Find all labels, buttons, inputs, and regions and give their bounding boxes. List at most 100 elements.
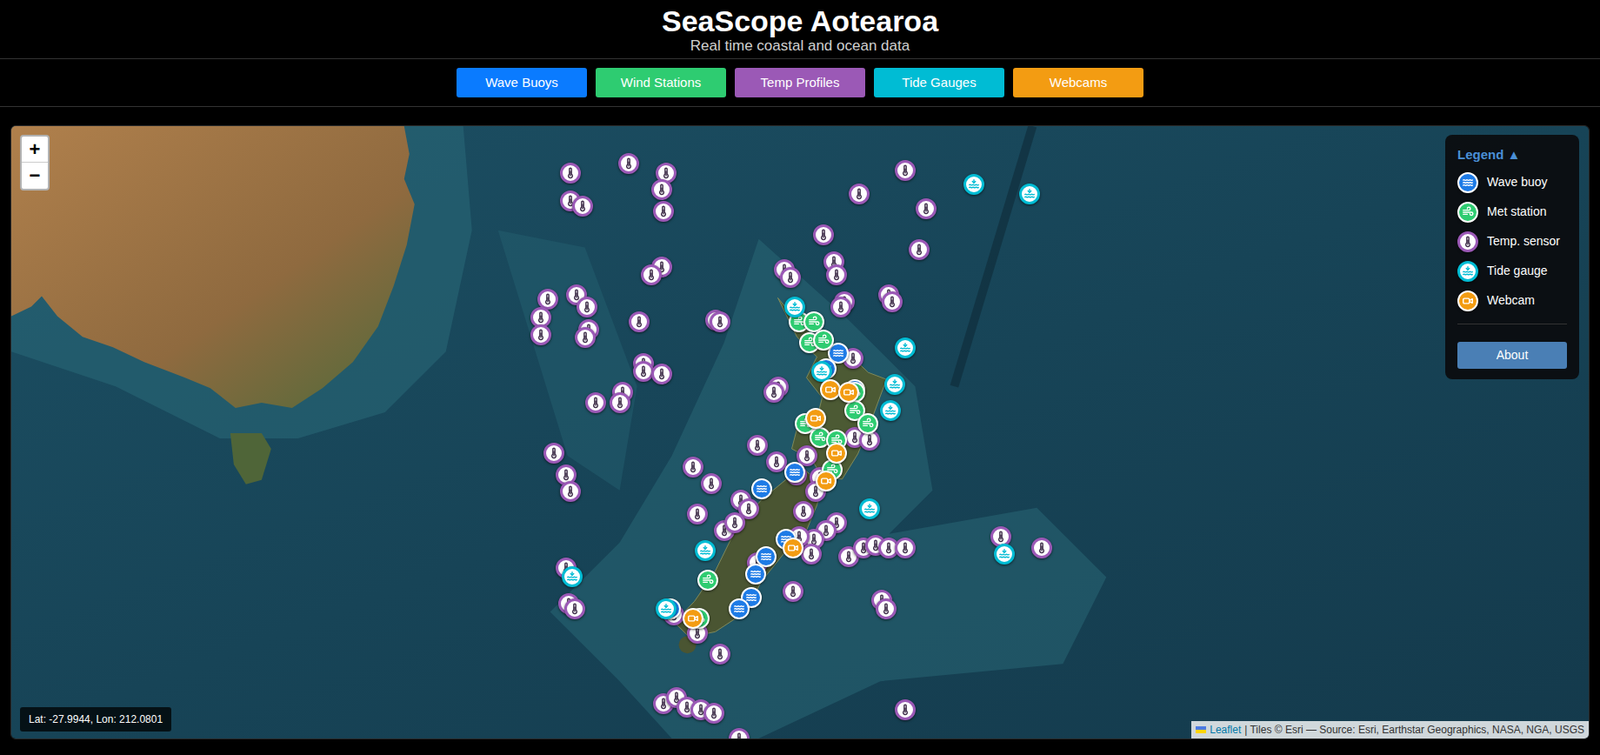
layer-button[interactable]: Tide Gauges xyxy=(873,67,1005,98)
map-marker[interactable] xyxy=(908,239,930,260)
map-marker[interactable] xyxy=(782,537,804,559)
map-marker[interactable] xyxy=(813,224,834,246)
map-marker[interactable] xyxy=(640,264,662,286)
webcam-badge-icon xyxy=(815,470,837,492)
map-marker[interactable] xyxy=(585,392,607,414)
about-button[interactable]: About xyxy=(1457,341,1567,369)
map-marker[interactable] xyxy=(875,598,897,620)
map-marker[interactable] xyxy=(826,442,847,464)
map-marker[interactable] xyxy=(813,329,834,351)
tide-icon xyxy=(1461,265,1474,278)
map-marker[interactable] xyxy=(915,198,937,220)
map-marker[interactable] xyxy=(682,607,704,629)
map-marker[interactable] xyxy=(894,699,916,720)
map-marker[interactable] xyxy=(859,498,880,520)
map-marker[interactable] xyxy=(609,392,631,414)
temp-badge-icon xyxy=(728,727,750,740)
map-marker[interactable] xyxy=(894,160,916,181)
map-marker[interactable] xyxy=(651,179,673,200)
map-marker[interactable] xyxy=(560,480,581,502)
map-marker[interactable] xyxy=(800,543,822,565)
map-marker[interactable] xyxy=(655,598,677,620)
map-marker[interactable] xyxy=(697,569,719,591)
layer-button[interactable]: Temp Profiles xyxy=(734,67,866,98)
thermometer-icon xyxy=(1035,541,1048,554)
map-marker[interactable] xyxy=(838,381,860,403)
map-marker[interactable] xyxy=(694,540,716,561)
map-marker[interactable] xyxy=(963,173,985,195)
temp-badge-icon xyxy=(651,363,673,385)
map-marker[interactable] xyxy=(653,200,674,222)
map-marker[interactable] xyxy=(572,195,594,217)
map-marker[interactable] xyxy=(782,580,804,602)
map-marker[interactable] xyxy=(709,643,731,665)
map-marker[interactable] xyxy=(894,537,916,559)
map-marker[interactable] xyxy=(709,311,731,333)
map-marker[interactable] xyxy=(766,451,787,473)
zoom-in-button[interactable]: + xyxy=(21,136,48,163)
temp-badge-icon xyxy=(908,239,930,260)
temp-badge-icon xyxy=(686,503,708,525)
map-marker[interactable] xyxy=(1019,183,1040,205)
map-marker[interactable] xyxy=(805,407,827,429)
camera-icon xyxy=(1461,294,1474,307)
wave-icon xyxy=(733,602,746,615)
temp-badge-icon xyxy=(1457,231,1479,253)
header: SeaScope AotearoaReal time coastal and o… xyxy=(0,0,1600,60)
map-marker[interactable] xyxy=(574,326,596,348)
map-marker[interactable] xyxy=(848,183,870,205)
map-marker[interactable] xyxy=(880,400,901,421)
map-marker[interactable] xyxy=(793,500,814,522)
map-marker[interactable] xyxy=(686,503,708,525)
thermometer-icon xyxy=(560,468,573,481)
map-marker[interactable] xyxy=(682,456,704,478)
map-marker[interactable] xyxy=(543,442,565,464)
map-marker[interactable] xyxy=(746,434,768,456)
map-marker[interactable] xyxy=(1031,537,1053,559)
map-marker[interactable] xyxy=(826,264,847,286)
map-marker[interactable] xyxy=(728,598,750,620)
map-marker[interactable] xyxy=(784,296,806,318)
map-marker[interactable] xyxy=(618,153,640,174)
map-marker[interactable] xyxy=(815,470,837,492)
layer-button[interactable]: Wave Buoys xyxy=(456,67,587,98)
zoom-out-button[interactable]: − xyxy=(21,162,48,189)
tide-badge-icon xyxy=(963,173,985,195)
thermometer-icon xyxy=(637,365,650,378)
map-marker[interactable] xyxy=(564,598,586,620)
thermometer-icon xyxy=(994,530,1007,543)
map-marker[interactable] xyxy=(857,413,879,434)
map[interactable]: +−Legend ▲Wave buoyMet stationTemp. sens… xyxy=(10,125,1590,740)
map-marker[interactable] xyxy=(561,566,583,587)
tide-badge-icon xyxy=(894,337,916,359)
leaflet-link[interactable]: Leaflet xyxy=(1209,721,1241,738)
map-marker[interactable] xyxy=(628,311,650,333)
thermometer-icon xyxy=(882,541,895,554)
map-marker[interactable] xyxy=(763,381,785,403)
map-marker[interactable] xyxy=(633,360,654,382)
map-marker[interactable] xyxy=(700,473,722,494)
map-marker[interactable] xyxy=(830,296,852,318)
map-marker[interactable] xyxy=(728,727,750,740)
map-marker[interactable] xyxy=(576,296,598,318)
map-marker[interactable] xyxy=(530,324,552,346)
temp-badge-icon xyxy=(560,162,581,184)
map-marker[interactable] xyxy=(881,291,903,313)
map-marker[interactable] xyxy=(784,461,806,483)
map-marker[interactable] xyxy=(560,162,581,184)
map-marker[interactable] xyxy=(894,337,916,359)
camera-icon xyxy=(820,474,833,487)
map-marker[interactable] xyxy=(745,563,767,585)
wave-icon xyxy=(788,466,801,479)
map-marker[interactable] xyxy=(651,363,673,385)
map-marker[interactable] xyxy=(884,373,906,395)
map-marker[interactable] xyxy=(751,478,773,500)
layer-button[interactable]: Webcams xyxy=(1013,67,1144,98)
map-marker[interactable] xyxy=(724,512,746,534)
map-marker[interactable] xyxy=(993,543,1015,565)
map-marker[interactable] xyxy=(820,379,841,400)
layer-button[interactable]: Wind Stations xyxy=(595,67,727,98)
legend-title[interactable]: Legend ▲ xyxy=(1457,145,1567,166)
map-marker[interactable] xyxy=(703,702,725,724)
map-marker[interactable] xyxy=(780,266,801,288)
